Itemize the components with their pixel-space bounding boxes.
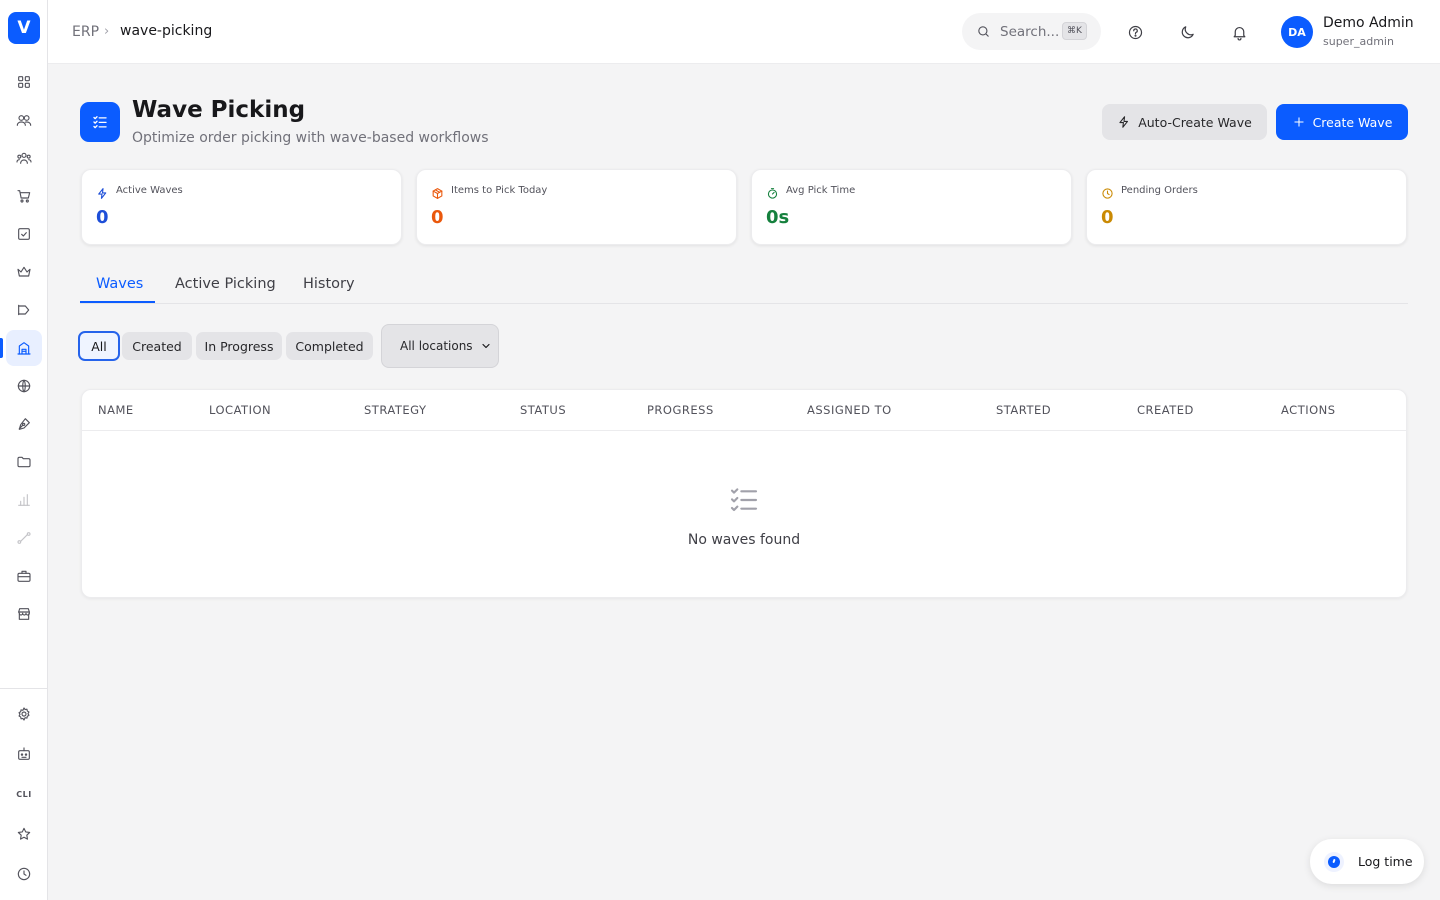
breadcrumb-chevron-icon: › xyxy=(104,24,110,39)
search-shortcut: ⌘K xyxy=(1062,22,1087,40)
plus-icon xyxy=(1293,117,1304,127)
filter-chip-label: Completed xyxy=(295,338,364,354)
breadcrumb-current: wave-picking xyxy=(120,23,213,39)
table-header-divider xyxy=(82,430,1406,431)
stat-card-avg-pick-time: Avg Pick Time 0s xyxy=(751,169,1072,245)
list-checks-icon xyxy=(80,102,120,142)
cli-label: CLI xyxy=(16,789,32,799)
stat-value: 0 xyxy=(96,207,109,228)
filter-chip-label: Created xyxy=(132,338,182,354)
briefcase-icon[interactable] xyxy=(6,558,42,594)
log-time-label: Log time xyxy=(1358,854,1413,869)
help-icon[interactable] xyxy=(1123,20,1147,44)
create-wave-button[interactable]: Create Wave xyxy=(1276,104,1408,140)
stat-label: Items to Pick Today xyxy=(451,185,548,196)
location-select-value: All locations xyxy=(400,339,473,353)
column-header-started[interactable]: STARTED xyxy=(996,403,1051,417)
warehouse-icon[interactable] xyxy=(6,330,42,366)
timer-icon xyxy=(1324,851,1344,872)
column-header-name[interactable]: NAME xyxy=(98,403,134,417)
folder-icon[interactable] xyxy=(6,444,42,480)
moon-icon[interactable] xyxy=(1175,20,1199,44)
avatar[interactable]: DA xyxy=(1281,16,1313,48)
bot-icon[interactable] xyxy=(6,736,42,772)
user-name[interactable]: Demo Admin xyxy=(1323,15,1414,31)
avatar-initials: DA xyxy=(1288,25,1306,39)
chevron-down-icon xyxy=(480,340,492,352)
settings-gear-icon[interactable] xyxy=(6,696,42,732)
filter-chip-all[interactable]: All xyxy=(78,331,120,361)
route-icon[interactable] xyxy=(6,520,42,556)
list-checks-icon xyxy=(728,484,760,516)
clock-icon[interactable] xyxy=(6,856,42,892)
breadcrumb-root[interactable]: ERP xyxy=(72,24,99,40)
sidebar-divider xyxy=(0,688,48,689)
stat-value: 0s xyxy=(766,207,790,228)
filter-chip-in-progress[interactable]: In Progress xyxy=(196,332,282,360)
search-icon xyxy=(978,26,989,37)
tab-waves[interactable]: Waves xyxy=(96,276,143,292)
column-header-status[interactable]: STATUS xyxy=(520,403,566,417)
pen-tool-icon[interactable] xyxy=(6,406,42,442)
column-header-strategy[interactable]: STRATEGY xyxy=(364,403,426,417)
stat-value: 0 xyxy=(431,207,444,228)
logo-letter: V xyxy=(17,18,31,38)
timer-icon xyxy=(766,185,779,199)
tabs-divider xyxy=(80,303,1408,304)
checkbox-icon[interactable] xyxy=(6,216,42,252)
user-role: super_admin xyxy=(1323,35,1394,48)
filter-chip-label: In Progress xyxy=(204,338,274,354)
page-subtitle: Optimize order picking with wave-based w… xyxy=(132,130,489,146)
star-icon[interactable] xyxy=(6,816,42,852)
stat-label: Pending Orders xyxy=(1121,185,1198,196)
package-icon xyxy=(431,185,444,199)
top-header: ERP › wave-picking Search... ⌘K DA Demo … xyxy=(48,0,1440,64)
users-icon[interactable] xyxy=(6,102,42,138)
active-indicator xyxy=(0,338,3,358)
app-logo[interactable]: V xyxy=(8,12,40,44)
stat-value: 0 xyxy=(1101,207,1114,228)
column-header-assigned-to[interactable]: ASSIGNED TO xyxy=(807,403,892,417)
lightning-icon xyxy=(1119,116,1129,128)
bar-chart-icon[interactable] xyxy=(6,482,42,518)
filter-chip-completed[interactable]: Completed xyxy=(286,332,373,360)
create-wave-label: Create Wave xyxy=(1312,114,1393,130)
stat-label: Active Waves xyxy=(116,185,183,196)
log-time-button[interactable]: Log time xyxy=(1310,839,1424,884)
search-input[interactable]: Search... ⌘K xyxy=(962,13,1101,50)
sidebar: V CLI xyxy=(0,0,48,900)
team-icon[interactable] xyxy=(6,140,42,176)
clock-icon xyxy=(1101,185,1114,199)
auto-create-wave-label: Auto-Create Wave xyxy=(1138,114,1252,130)
filter-chip-label: All xyxy=(91,338,107,354)
filter-chip-created[interactable]: Created xyxy=(122,332,192,360)
empty-state-text: No waves found xyxy=(687,532,801,548)
tab-active-underline xyxy=(80,301,155,303)
column-header-progress[interactable]: PROGRESS xyxy=(647,403,714,417)
crown-icon[interactable] xyxy=(6,254,42,290)
column-header-actions: ACTIONS xyxy=(1281,403,1336,417)
stat-card-pending-orders: Pending Orders 0 xyxy=(1086,169,1407,245)
stat-label: Avg Pick Time xyxy=(786,185,856,196)
search-placeholder: Search... xyxy=(1000,23,1060,40)
waves-table: NAME LOCATION STRATEGY STATUS PROGRESS A… xyxy=(81,389,1407,598)
page-title: Wave Picking xyxy=(132,97,306,123)
lightning-icon xyxy=(96,185,109,199)
dashboard-grid-icon[interactable] xyxy=(6,64,42,100)
globe-icon[interactable] xyxy=(6,368,42,404)
bell-icon[interactable] xyxy=(1227,20,1251,44)
store-icon[interactable] xyxy=(6,596,42,632)
auto-create-wave-button[interactable]: Auto-Create Wave xyxy=(1102,104,1267,140)
cli-icon[interactable]: CLI xyxy=(6,776,42,812)
column-header-location[interactable]: LOCATION xyxy=(209,403,271,417)
tab-active-picking[interactable]: Active Picking xyxy=(175,276,276,292)
tab-history[interactable]: History xyxy=(303,276,355,292)
cart-icon[interactable] xyxy=(6,178,42,214)
megaphone-icon[interactable] xyxy=(6,292,42,328)
column-header-created[interactable]: CREATED xyxy=(1137,403,1194,417)
location-select[interactable]: All locations xyxy=(381,324,499,368)
stat-card-items-to-pick: Items to Pick Today 0 xyxy=(416,169,737,245)
stat-card-active-waves: Active Waves 0 xyxy=(81,169,402,245)
